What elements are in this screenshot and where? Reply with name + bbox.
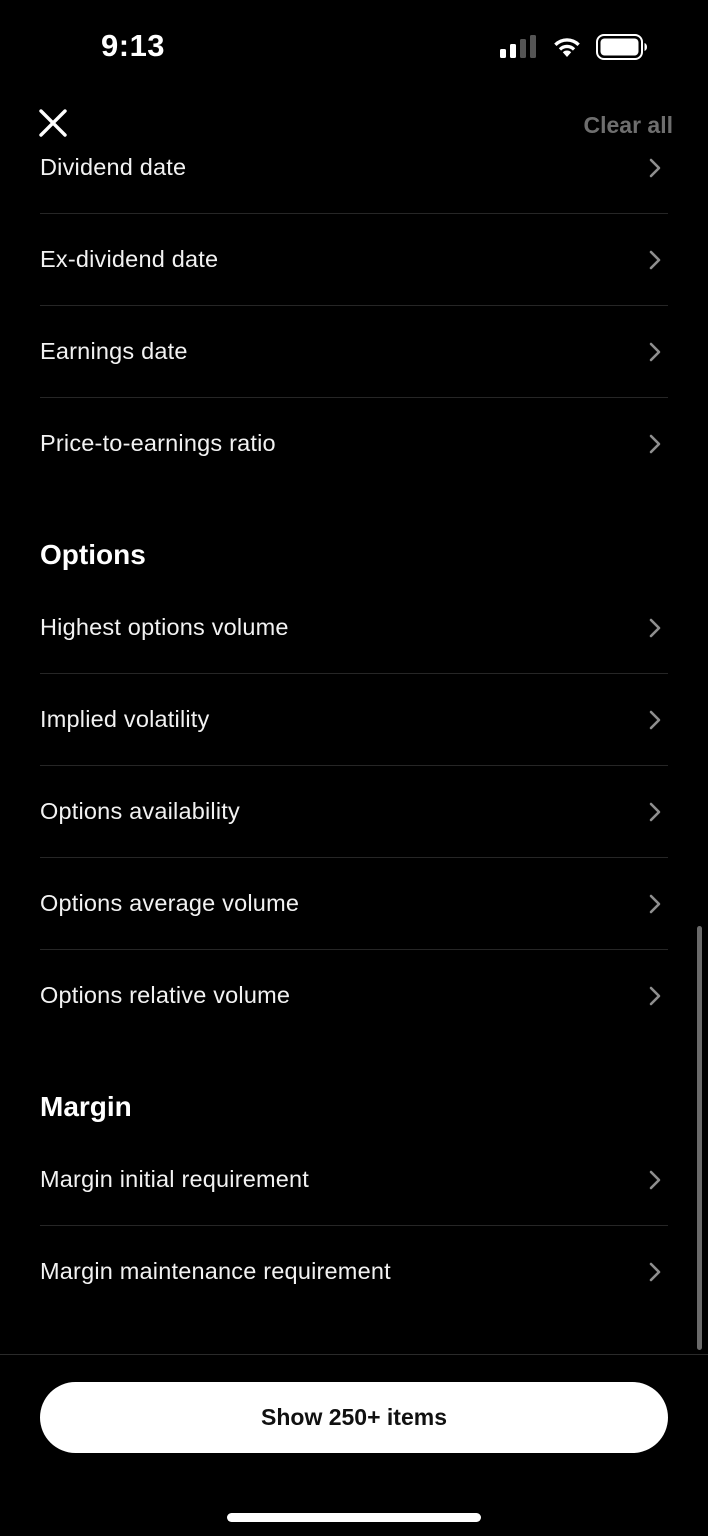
chevron-right-icon	[649, 618, 661, 637]
chevron-right-icon	[649, 158, 661, 177]
list-item-label: Highest options volume	[40, 614, 289, 640]
list-item-label: Earnings date	[40, 338, 188, 364]
clear-all-button[interactable]: Clear all	[584, 112, 674, 139]
status-icons	[500, 34, 648, 60]
status-bar: 9:13	[0, 0, 708, 96]
chevron-right-icon	[649, 894, 661, 913]
filter-list-content: Dividend date Ex-dividend date Earnings …	[0, 146, 708, 1317]
list-item-label: Options average volume	[40, 890, 300, 916]
list-item-dividend-date[interactable]: Dividend date	[40, 146, 668, 214]
filter-list[interactable]: Dividend date Ex-dividend date Earnings …	[0, 146, 708, 1354]
list-item-implied-volatility[interactable]: Implied volatility	[40, 674, 668, 766]
list-item-options-availability[interactable]: Options availability	[40, 766, 668, 858]
list-item-label: Options availability	[40, 798, 240, 824]
scrollbar[interactable]	[697, 926, 702, 1350]
status-time: 9:13	[101, 28, 166, 63]
chevron-right-icon	[649, 710, 661, 729]
show-items-button[interactable]: Show 250+ items	[40, 1382, 668, 1453]
chevron-right-icon	[649, 1170, 661, 1189]
list-item-options-average-volume[interactable]: Options average volume	[40, 858, 668, 950]
chevron-right-icon	[649, 250, 661, 269]
section-title-margin: Margin	[40, 1091, 132, 1122]
list-item-label: Ex-dividend date	[40, 246, 219, 272]
list-item-label: Margin initial requirement	[40, 1166, 310, 1192]
list-item-price-to-earnings-ratio[interactable]: Price-to-earnings ratio	[40, 398, 668, 489]
list-item-label: Dividend date	[40, 154, 187, 180]
chevron-right-icon	[649, 434, 661, 453]
cellular-signal-icon	[500, 35, 536, 58]
list-item-label: Price-to-earnings ratio	[40, 430, 276, 456]
wifi-icon	[554, 38, 580, 57]
close-button[interactable]	[36, 106, 70, 140]
list-item-margin-initial-requirement[interactable]: Margin initial requirement	[40, 1134, 668, 1226]
chevron-right-icon	[649, 1262, 661, 1281]
footer-divider	[0, 1354, 708, 1355]
list-item-options-relative-volume[interactable]: Options relative volume	[40, 950, 668, 1041]
list-item-highest-options-volume[interactable]: Highest options volume	[40, 582, 668, 674]
list-item-ex-dividend-date[interactable]: Ex-dividend date	[40, 214, 668, 306]
chevron-right-icon	[649, 342, 661, 361]
chevron-right-icon	[649, 986, 661, 1005]
list-item-label: Implied volatility	[40, 706, 210, 732]
home-indicator[interactable]	[227, 1513, 481, 1522]
section-title-options: Options	[40, 539, 146, 570]
list-item-label: Options relative volume	[40, 982, 291, 1008]
list-item-earnings-date[interactable]: Earnings date	[40, 306, 668, 398]
chevron-right-icon	[649, 802, 661, 821]
list-item-label: Margin maintenance requirement	[40, 1258, 391, 1284]
battery-icon	[596, 34, 647, 60]
list-item-margin-maintenance-requirement[interactable]: Margin maintenance requirement	[40, 1226, 668, 1317]
close-icon	[39, 109, 67, 137]
